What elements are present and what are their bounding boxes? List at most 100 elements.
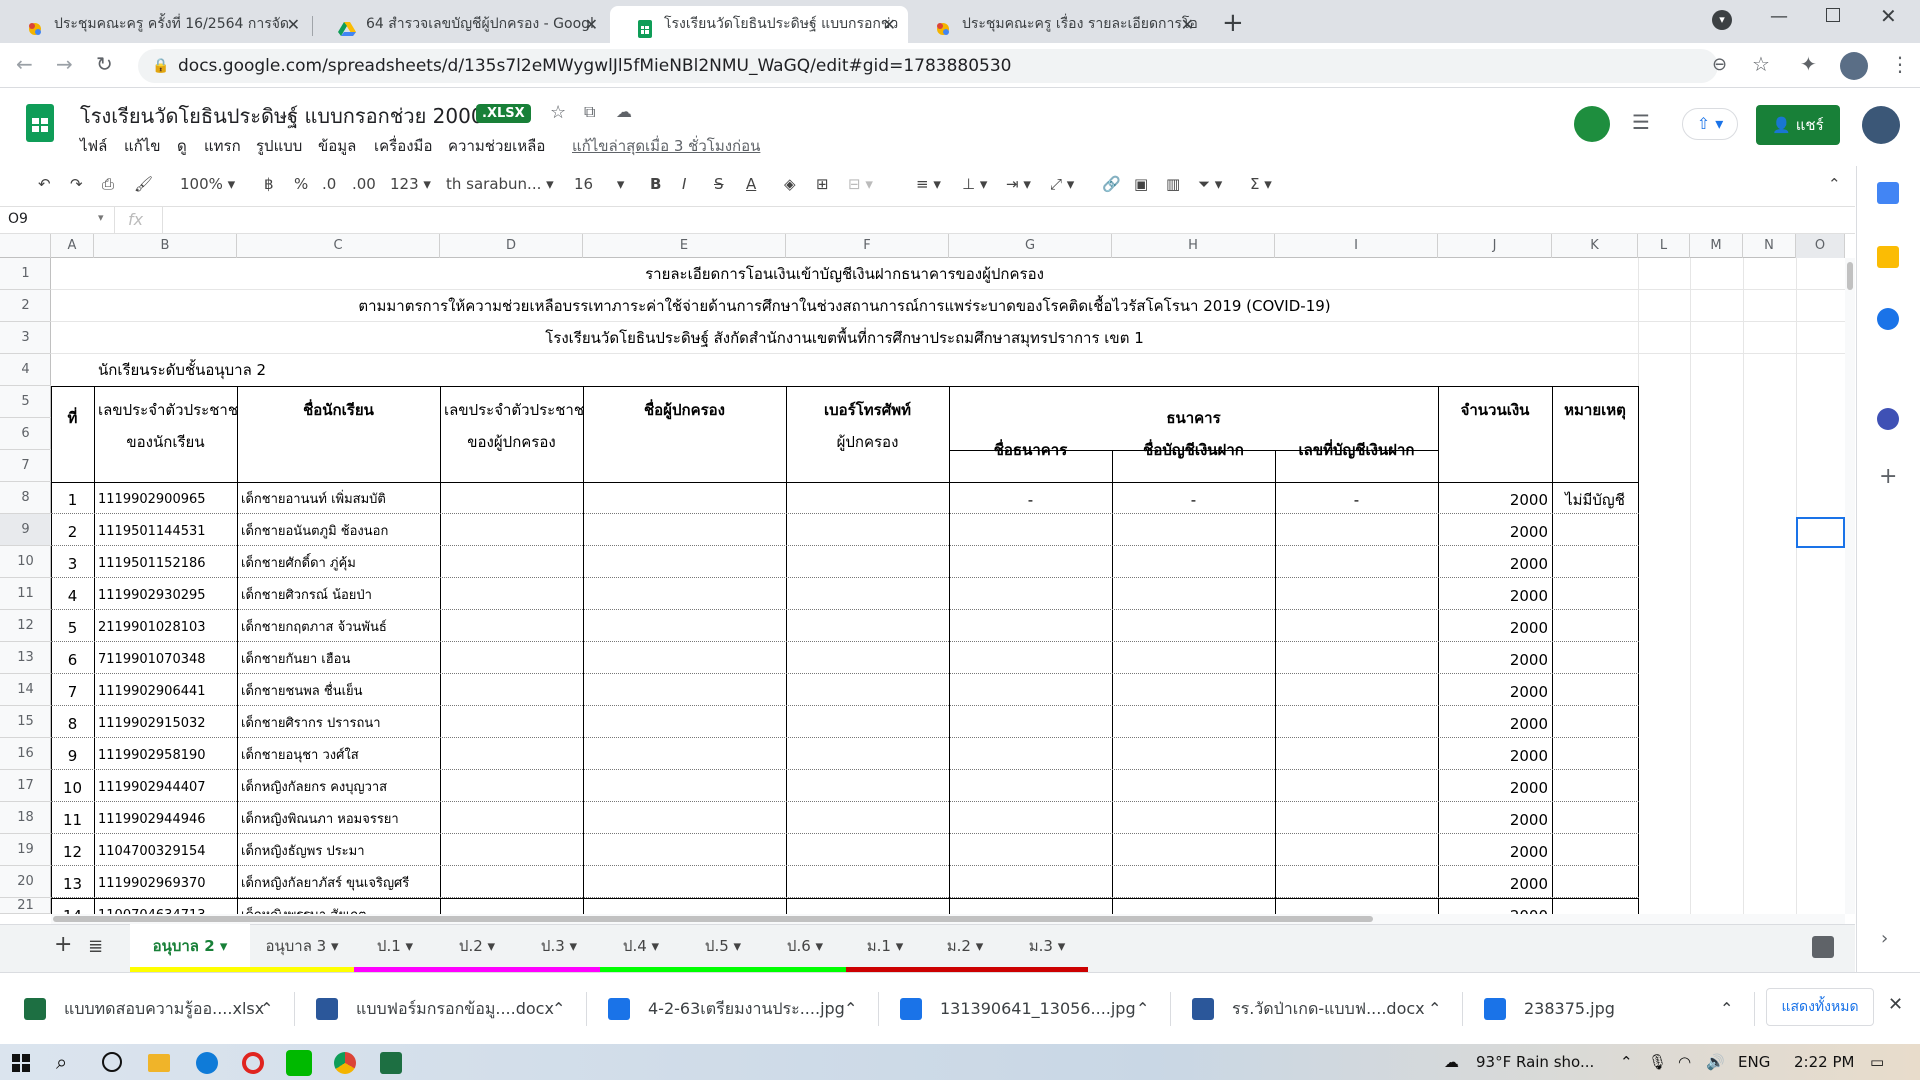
row-header[interactable]: 17 xyxy=(0,770,51,802)
row-header[interactable]: 1 xyxy=(0,258,51,290)
cell-account-no[interactable] xyxy=(1275,706,1438,738)
cell-note[interactable] xyxy=(1552,738,1638,770)
menu-help[interactable]: ความช่วยเหลือ xyxy=(448,134,545,158)
calendar-icon[interactable] xyxy=(1877,182,1899,204)
header-phone[interactable]: เบอร์โทรศัพท์ xyxy=(786,394,949,426)
zoom-out-icon[interactable]: ⊖ xyxy=(1712,54,1727,75)
cell-no[interactable]: 5 xyxy=(51,610,94,642)
row-header[interactable]: 18 xyxy=(0,802,51,834)
decrease-decimal-button[interactable]: .0 xyxy=(322,166,336,202)
chevron-down-icon[interactable]: ▾ xyxy=(565,937,578,955)
cell-student-id[interactable]: 1104700329154 xyxy=(94,834,237,866)
cell-account-name[interactable] xyxy=(1112,706,1275,738)
close-icon[interactable]: ✕ xyxy=(287,6,300,43)
cell-student-name[interactable]: เด็กหญิงพรรษา สัยเกตุ xyxy=(237,898,440,914)
browser-menu-icon[interactable]: ⋮ xyxy=(1890,52,1910,76)
show-all-button[interactable]: แสดงทั้งหมด xyxy=(1766,988,1874,1026)
column-header[interactable]: N xyxy=(1743,234,1796,258)
cell-student-id[interactable]: 1119902969370 xyxy=(94,866,237,898)
menu-file[interactable]: ไฟล์ xyxy=(80,134,107,158)
font-size-select[interactable]: 16 ▾ xyxy=(574,166,624,202)
column-header[interactable]: F xyxy=(786,234,949,258)
addon-icon[interactable] xyxy=(1877,408,1899,430)
microphone-icon[interactable]: 🎙 xyxy=(1648,1044,1667,1080)
formula-input[interactable] xyxy=(170,211,1770,229)
cell-student-name[interactable]: เด็กชายศิรากร ปรารถนา xyxy=(237,706,440,738)
cell-bank-name[interactable] xyxy=(949,866,1112,898)
link-icon[interactable]: 🔗 xyxy=(1102,166,1121,202)
header-note[interactable]: หมายเหตุ xyxy=(1552,394,1638,426)
cell-student-id[interactable]: 1119902915032 xyxy=(94,706,237,738)
text-wrap-icon[interactable]: ⇥ ▾ xyxy=(1006,166,1031,202)
last-edit-link[interactable]: แก้ไขล่าสุดเมื่อ 3 ชั่วโมงก่อน xyxy=(572,134,760,158)
cell-account-name[interactable] xyxy=(1112,546,1275,578)
cell-bank-name[interactable] xyxy=(949,514,1112,546)
chevron-down-icon[interactable]: ▾ xyxy=(891,937,904,955)
cell-no[interactable]: 6 xyxy=(51,642,94,674)
vertical-scrollbar[interactable] xyxy=(1845,258,1855,914)
cell-note[interactable] xyxy=(1552,834,1638,866)
row-header[interactable]: 9 xyxy=(0,514,51,546)
filter-icon[interactable]: ⏷ ▾ xyxy=(1198,166,1222,202)
sheet-tab[interactable]: อนุบาล 3 ▾ xyxy=(250,924,354,972)
column-header[interactable]: I xyxy=(1275,234,1438,258)
cell-note[interactable] xyxy=(1552,706,1638,738)
row-header[interactable]: 5 xyxy=(0,386,51,418)
column-header[interactable]: G xyxy=(949,234,1112,258)
sheet-tab[interactable]: ป.5 ▾ xyxy=(682,924,764,972)
header-student-name[interactable]: ชื่อนักเรียน xyxy=(237,394,440,426)
undo-icon[interactable]: ↶ xyxy=(38,166,51,202)
sheet-tab[interactable]: ป.6 ▾ xyxy=(764,924,846,972)
horizontal-scrollbar[interactable] xyxy=(51,914,1845,924)
reload-icon[interactable]: ↻ xyxy=(96,52,113,76)
cell-bank-name[interactable] xyxy=(949,738,1112,770)
functions-icon[interactable]: Σ ▾ xyxy=(1250,166,1272,202)
row-header[interactable]: 2 xyxy=(0,290,51,322)
redo-icon[interactable]: ↷ xyxy=(70,166,83,202)
cell-amount[interactable]: 2000 xyxy=(1438,578,1552,610)
text-color-button[interactable]: A xyxy=(746,166,756,202)
tab-search-icon[interactable]: ▾ xyxy=(1712,10,1732,30)
cell-no[interactable]: 12 xyxy=(51,834,94,866)
cell-bank-name[interactable] xyxy=(949,834,1112,866)
cell-account-name[interactable] xyxy=(1112,610,1275,642)
cell-account-no[interactable] xyxy=(1275,578,1438,610)
download-item[interactable]: รร.วัดป่าเกด-แบบฟ....docx xyxy=(1232,992,1432,1026)
cell-student-name[interactable]: เด็กชายอนุชา วงศ์ใส xyxy=(237,738,440,770)
cell-student-id[interactable]: 1119501152186 xyxy=(94,546,237,578)
cell-student-id[interactable]: 1119501144531 xyxy=(94,514,237,546)
cell-bank-name[interactable] xyxy=(949,706,1112,738)
header-account-no[interactable]: เลขที่บัญชีเงินฝาก xyxy=(1275,434,1438,466)
chevron-down-icon[interactable]: ▾ xyxy=(971,937,984,955)
notifications-icon[interactable]: ▭ xyxy=(1870,1044,1884,1080)
tray-chevron-icon[interactable]: ⌃ xyxy=(1620,1044,1633,1080)
cell-account-no[interactable] xyxy=(1275,738,1438,770)
cell-account-name[interactable]: - xyxy=(1112,482,1275,514)
cell-student-name[interactable]: เด็กชายศักดิ์ดา ภู่คุ้ม xyxy=(237,546,440,578)
cell-amount[interactable]: 2000 xyxy=(1438,610,1552,642)
cell-account-name[interactable] xyxy=(1112,866,1275,898)
cell-no[interactable]: 1 xyxy=(51,482,94,514)
cell-account-name[interactable] xyxy=(1112,514,1275,546)
forward-icon[interactable]: → xyxy=(56,52,73,76)
expand-panel-icon[interactable]: › xyxy=(1881,928,1888,949)
sheet-tab[interactable]: ป.2 ▾ xyxy=(436,924,518,972)
column-header[interactable]: M xyxy=(1690,234,1743,258)
cell-note[interactable] xyxy=(1552,610,1638,642)
more-formats-button[interactable]: 123 ▾ xyxy=(390,166,431,202)
cell-student-name[interactable]: เด็กชายกฤตภาส จ้วนพันธ์ xyxy=(237,610,440,642)
increase-decimal-button[interactable]: .00 xyxy=(352,166,376,202)
column-header[interactable]: D xyxy=(440,234,583,258)
cell-grid[interactable]: รายละเอียดการโอนเงินเข้าบัญชีเงินฝากธนาค… xyxy=(51,258,1845,914)
document-title[interactable]: โรงเรียนวัดโยธินประดิษฐ์ แบบกรอกช่วย 200… xyxy=(80,100,484,132)
header-parent-name[interactable]: ชื่อผู้ปกครอง xyxy=(583,394,786,426)
name-box-dropdown-icon[interactable]: ▾ xyxy=(98,211,104,224)
cell-no[interactable]: 7 xyxy=(51,674,94,706)
cell-student-name[interactable]: เด็กชายชนพล ชื่นเย็น xyxy=(237,674,440,706)
chevron-down-icon[interactable]: ▾ xyxy=(326,937,339,955)
cell-amount[interactable]: 2000 xyxy=(1438,674,1552,706)
maximize-icon[interactable] xyxy=(1826,8,1840,22)
account-avatar[interactable] xyxy=(1862,106,1900,144)
row-header[interactable]: 21 xyxy=(0,898,51,914)
close-icon[interactable]: ✕ xyxy=(883,6,896,43)
